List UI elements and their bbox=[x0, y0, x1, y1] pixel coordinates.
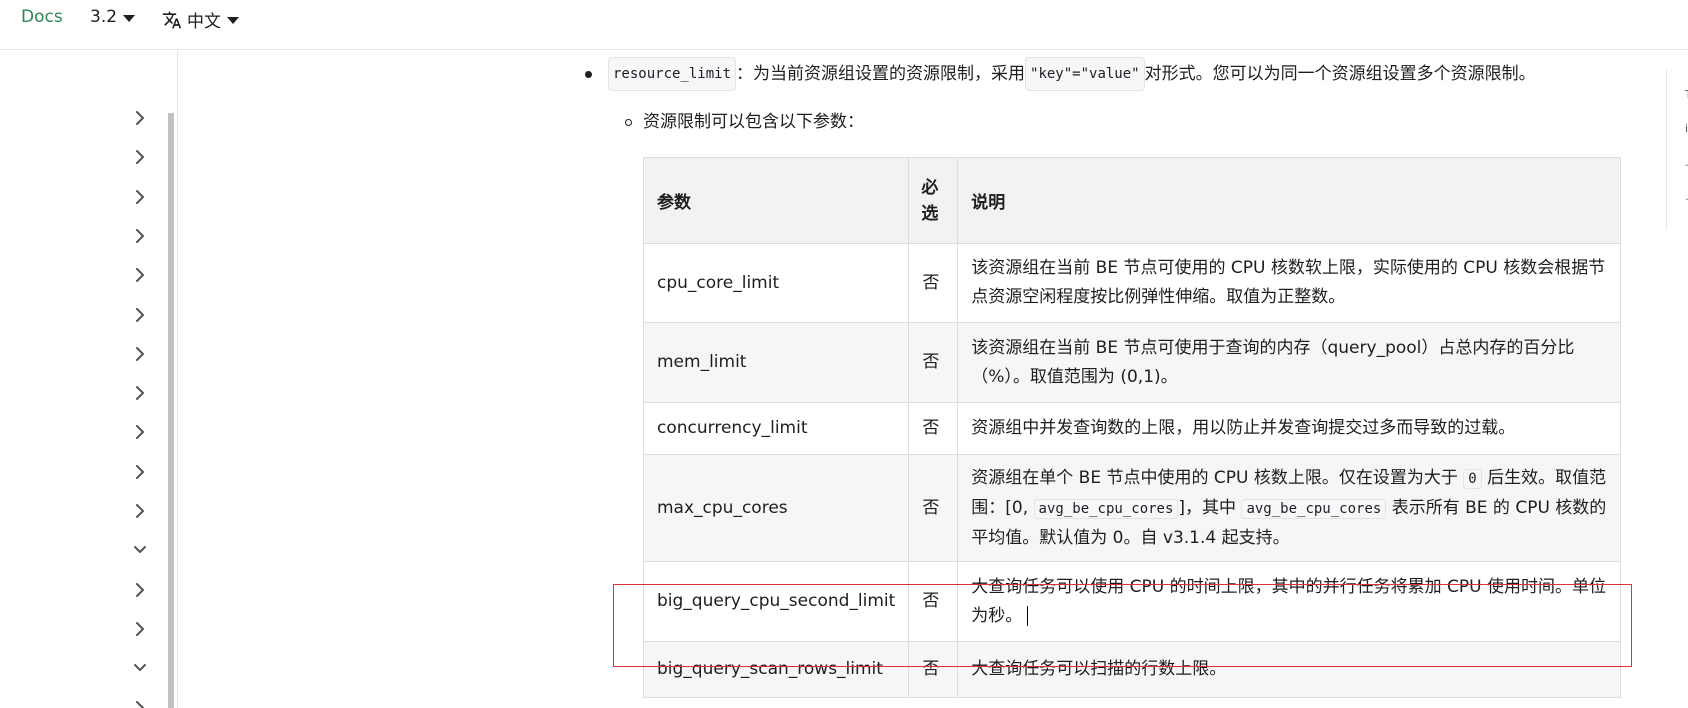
chevron-right-icon[interactable] bbox=[133, 150, 147, 165]
description-cell: 大查询任务可以扫描的行数上限。 bbox=[957, 641, 1621, 698]
sub-bullet: 资源限制可以包含以下参数： bbox=[625, 107, 864, 137]
required-cell: 否 bbox=[908, 561, 959, 642]
table-row: big_query_cpu_second_limit 否 大查询任务可以使用 C… bbox=[642, 561, 1621, 642]
chevron-down-icon[interactable] bbox=[133, 661, 147, 675]
table-of-contents: T i … … bbox=[1666, 70, 1688, 230]
inline-code: "key"="value" bbox=[1025, 57, 1145, 91]
description-cell: 资源组中并发查询数的上限，用以防止并发查询提交过多而导致的过载。 bbox=[957, 402, 1621, 455]
bullet-text: 对形式。您可以为同一个资源组设置多个资源限制。 bbox=[1144, 64, 1536, 84]
chevron-right-icon[interactable] bbox=[133, 386, 147, 401]
header-required-line: 必 bbox=[921, 177, 939, 198]
chevron-right-icon[interactable] bbox=[133, 189, 147, 204]
translate-icon bbox=[162, 11, 182, 28]
table-row: max_cpu_cores 否 资源组在单个 BE 节点中使用的 CPU 核数上… bbox=[642, 454, 1621, 562]
chevron-right-icon[interactable] bbox=[133, 346, 147, 361]
language-dropdown[interactable]: 中文 bbox=[162, 7, 239, 32]
param-cell: cpu_core_limit bbox=[642, 243, 910, 323]
required-cell: 否 bbox=[908, 322, 959, 403]
chevron-right-icon[interactable] bbox=[133, 464, 147, 479]
table-header-row: 参数 必选 说明 bbox=[642, 157, 1621, 244]
table-row: big_query_scan_rows_limit 否 大查询任务可以扫描的行数… bbox=[642, 641, 1621, 698]
required-cell: 否 bbox=[908, 454, 959, 562]
header-required-line: 选 bbox=[921, 203, 939, 224]
param-cell: concurrency_limit bbox=[642, 402, 910, 455]
description-cell: 该资源组在当前 BE 节点可使用于查询的内存（query_pool）占总内存的百… bbox=[957, 322, 1621, 403]
description-cell: 资源组在单个 BE 节点中使用的 CPU 核数上限。仅在设置为大于 0 后生效。… bbox=[957, 454, 1621, 562]
bullet-dot bbox=[585, 70, 592, 78]
param-cell: max_cpu_cores bbox=[642, 454, 910, 562]
inline-code: resource_limit bbox=[608, 57, 737, 91]
param-cell: mem_limit bbox=[642, 322, 910, 403]
chevron-right-icon[interactable] bbox=[133, 307, 147, 322]
resource-limit-bullet: resource_limit ：为当前资源组设置的资源限制，采用 "key"="… bbox=[585, 57, 1536, 91]
required-cell: 否 bbox=[908, 641, 959, 698]
chevron-right-icon[interactable] bbox=[133, 111, 147, 125]
version-label: 3.2 bbox=[90, 7, 118, 27]
chevron-right-icon[interactable] bbox=[133, 268, 147, 283]
required-cell: 否 bbox=[908, 402, 959, 455]
chevron-right-icon[interactable] bbox=[133, 582, 147, 597]
chevron-right-icon[interactable] bbox=[133, 425, 147, 440]
language-label: 中文 bbox=[187, 12, 221, 32]
inline-code: 0 bbox=[1463, 468, 1482, 489]
chevron-right-icon[interactable] bbox=[133, 621, 147, 636]
chevron-down-icon[interactable] bbox=[133, 543, 147, 557]
description-cell[interactable]: 大查询任务可以使用 CPU 的时间上限，其中的并行任务将累加 CPU 使用时间。… bbox=[957, 561, 1621, 642]
desc-text: 大查询任务可以使用 CPU 的时间上限，其中的并行任务将累加 CPU 使用时间。… bbox=[971, 576, 1607, 626]
sidebar-scrollbar[interactable] bbox=[168, 113, 174, 708]
version-dropdown[interactable]: 3.2 bbox=[90, 7, 136, 27]
param-cell: big_query_scan_rows_limit bbox=[642, 641, 910, 698]
header-description: 说明 bbox=[957, 157, 1621, 244]
bullet-circle bbox=[625, 118, 632, 126]
caret-down-icon bbox=[227, 17, 239, 24]
top-navbar: Docs 3.2 中文 bbox=[0, 0, 1688, 50]
table-row: cpu_core_limit 否 该资源组在当前 BE 节点可使用的 CPU 核… bbox=[642, 243, 1621, 323]
param-cell: big_query_cpu_second_limit bbox=[642, 561, 910, 642]
caret-down-icon bbox=[123, 14, 136, 22]
chevron-right-icon[interactable] bbox=[133, 700, 147, 708]
bullet-text: ：为当前资源组设置的资源限制，采用 bbox=[736, 64, 1026, 84]
table-row: mem_limit 否 该资源组在当前 BE 节点可使用于查询的内存（query… bbox=[642, 322, 1621, 403]
inline-code: avg_be_cpu_cores bbox=[1241, 498, 1387, 519]
desc-text: 资源组在单个 BE 节点中使用的 CPU 核数上限。仅在设置为大于 bbox=[971, 467, 1464, 488]
text-cursor bbox=[1027, 605, 1029, 626]
sidebar bbox=[0, 51, 178, 708]
resource-limit-params-table: 参数 必选 说明 cpu_core_limit 否 该资源组在当前 BE 节点可… bbox=[642, 157, 1621, 698]
desc-text: ]，其中 bbox=[1178, 497, 1242, 518]
table-row: concurrency_limit 否 资源组中并发查询数的上限，用以防止并发查… bbox=[642, 402, 1621, 455]
description-cell: 该资源组在当前 BE 节点可使用的 CPU 核数软上限，实际使用的 CPU 核数… bbox=[957, 243, 1621, 323]
sub-bullet-text: 资源限制可以包含以下参数： bbox=[643, 112, 864, 132]
header-required: 必选 bbox=[908, 157, 959, 244]
docs-link[interactable]: Docs bbox=[21, 7, 63, 27]
required-cell: 否 bbox=[908, 243, 959, 323]
inline-code: avg_be_cpu_cores bbox=[1033, 498, 1179, 519]
chevron-right-icon[interactable] bbox=[133, 228, 147, 243]
header-param: 参数 bbox=[642, 157, 910, 244]
chevron-right-icon[interactable] bbox=[133, 504, 147, 518]
